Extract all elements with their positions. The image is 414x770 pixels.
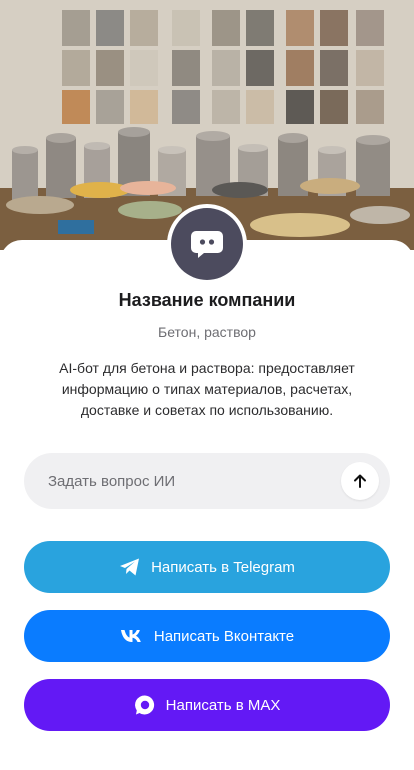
company-name: Название компании	[118, 290, 296, 310]
vk-icon	[120, 629, 144, 643]
company-description: AI-бот для бетона и раствора: предоставл…	[59, 360, 355, 418]
chat-bot-icon	[191, 231, 223, 258]
send-button[interactable]	[341, 462, 379, 500]
telegram-button-label: Написать в Telegram	[151, 558, 295, 576]
telegram-icon	[119, 557, 141, 577]
max-button-label: Написать в MAX	[165, 696, 281, 714]
avatar	[167, 204, 247, 284]
vk-button[interactable]: Написать Вконтакте	[24, 610, 390, 662]
vk-button-label: Написать Вконтакте	[153, 627, 295, 645]
company-category: Бетон, раствор	[158, 324, 256, 340]
telegram-button[interactable]: Написать в Telegram	[24, 541, 390, 593]
max-button[interactable]: Написать в MAX	[24, 679, 390, 731]
arrow-up-icon	[354, 474, 366, 488]
ask-ai-placeholder: Задать вопрос ИИ	[48, 472, 176, 490]
max-icon	[134, 694, 156, 716]
ask-ai-input[interactable]: Задать вопрос ИИ	[24, 453, 390, 509]
avatar-circle	[171, 208, 243, 280]
